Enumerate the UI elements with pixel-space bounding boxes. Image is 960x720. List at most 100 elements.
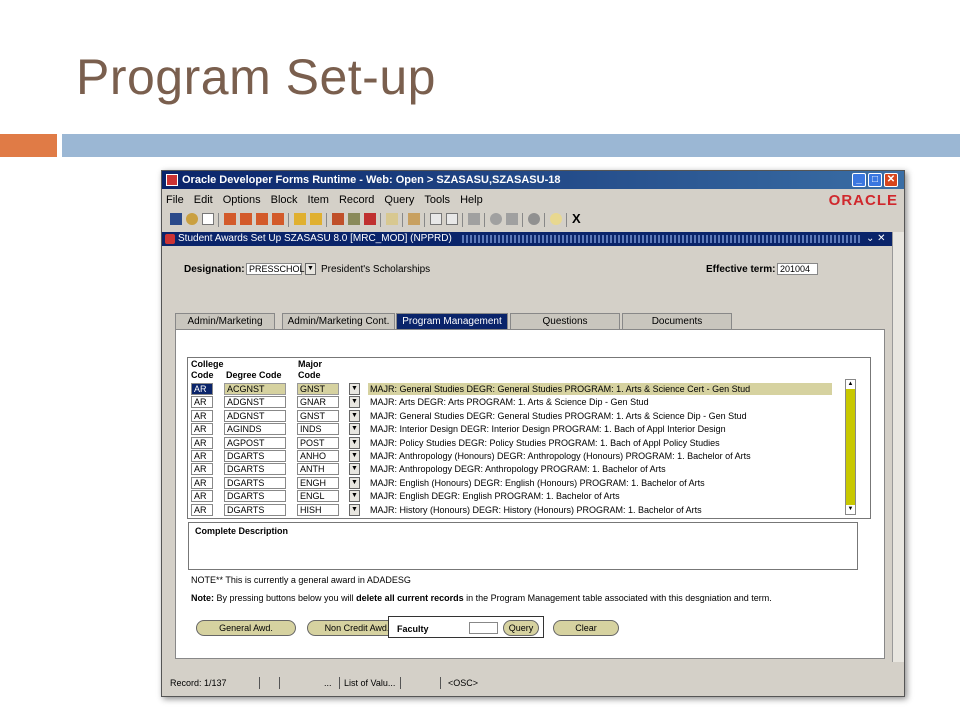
- major-lov-button[interactable]: ▼: [349, 410, 360, 422]
- slide-title: Program Set-up: [76, 49, 436, 105]
- major-code-cell[interactable]: ANHO: [297, 450, 339, 462]
- degree-code-cell[interactable]: ADGNST: [224, 410, 286, 422]
- list-icon[interactable]: [446, 213, 458, 225]
- major-code-cell[interactable]: GNST: [297, 383, 339, 395]
- degree-code-cell[interactable]: DGARTS: [224, 477, 286, 489]
- scroll-up-icon[interactable]: ▲: [846, 380, 855, 389]
- major-lov-button[interactable]: ▼: [349, 504, 360, 516]
- previous-record-icon[interactable]: [240, 213, 252, 225]
- college-code-cell[interactable]: AR: [191, 477, 213, 489]
- menu-query[interactable]: Query: [384, 194, 414, 206]
- lightbulb-icon[interactable]: [550, 213, 562, 225]
- menu-tools[interactable]: Tools: [424, 194, 450, 206]
- tab-questions[interactable]: Questions: [510, 313, 620, 329]
- form-title: Student Awards Set Up SZASASU 8.0 [MRC_M…: [178, 233, 452, 244]
- major-lov-button[interactable]: ▼: [349, 477, 360, 489]
- faculty-field[interactable]: [469, 622, 498, 634]
- print-preview-icon[interactable]: [202, 213, 214, 225]
- degree-code-cell[interactable]: AGPOST: [224, 437, 286, 449]
- tab-documents[interactable]: Documents: [622, 313, 732, 329]
- form-vertical-scrollbar[interactable]: [892, 232, 904, 662]
- general-award-note: NOTE** This is currently a general award…: [191, 575, 411, 585]
- remove-record-icon[interactable]: [348, 213, 360, 225]
- major-code-cell[interactable]: ENGL: [297, 490, 339, 502]
- status-osc: <OSC>: [448, 678, 479, 688]
- college-code-cell[interactable]: AR: [191, 490, 213, 502]
- form-window-controls[interactable]: ⌄ ✕: [866, 232, 886, 246]
- college-code-cell[interactable]: AR: [191, 396, 213, 408]
- effective-term-label: Effective term:: [706, 264, 776, 275]
- execute-query-icon[interactable]: [310, 213, 322, 225]
- menu-record[interactable]: Record: [339, 194, 374, 206]
- college-code-cell[interactable]: AR: [191, 383, 213, 395]
- degree-code-cell[interactable]: DGARTS: [224, 463, 286, 475]
- college-code-cell[interactable]: AR: [191, 423, 213, 435]
- target-icon[interactable]: [490, 213, 502, 225]
- save-icon[interactable]: [170, 213, 182, 225]
- major-lov-button[interactable]: ▼: [349, 450, 360, 462]
- faculty-label: Faculty: [397, 624, 429, 634]
- major-lov-button[interactable]: ▼: [349, 383, 360, 395]
- menu-edit[interactable]: Edit: [194, 194, 213, 206]
- exit-icon[interactable]: X: [572, 211, 581, 226]
- college-code-cell[interactable]: AR: [191, 410, 213, 422]
- major-lov-button[interactable]: ▼: [349, 396, 360, 408]
- help-icon[interactable]: [528, 213, 540, 225]
- complete-description-box[interactable]: Complete Description: [188, 522, 858, 570]
- designation-field[interactable]: PRESSCHOL: [246, 263, 305, 275]
- maximize-button[interactable]: □: [868, 173, 882, 187]
- menu-block[interactable]: Block: [271, 194, 298, 206]
- tab-admin-marketing[interactable]: Admin/Marketing: [175, 313, 275, 329]
- tab-admin-marketing-cont[interactable]: Admin/Marketing Cont.: [282, 313, 395, 329]
- effective-term-field[interactable]: 201004: [777, 263, 818, 275]
- menu-help[interactable]: Help: [460, 194, 483, 206]
- major-code-cell[interactable]: GNST: [297, 410, 339, 422]
- degree-code-cell[interactable]: AGINDS: [224, 423, 286, 435]
- query-button[interactable]: Query: [503, 620, 539, 636]
- college-code-cell[interactable]: AR: [191, 437, 213, 449]
- major-lov-button[interactable]: ▼: [349, 463, 360, 475]
- speaker-icon[interactable]: [468, 213, 480, 225]
- menu-item[interactable]: Item: [308, 194, 329, 206]
- college-code-cell[interactable]: AR: [191, 463, 213, 475]
- previous-block-icon[interactable]: [224, 213, 236, 225]
- search-icon[interactable]: [430, 213, 442, 225]
- degree-code-cell[interactable]: ACGNST: [224, 383, 286, 395]
- rollback-icon[interactable]: [186, 213, 198, 225]
- major-code-cell[interactable]: HISH: [297, 504, 339, 516]
- menu-file[interactable]: File: [166, 194, 184, 206]
- general-awd-button[interactable]: General Awd.: [196, 620, 296, 636]
- major-code-cell[interactable]: POST: [297, 437, 339, 449]
- major-code-cell[interactable]: INDS: [297, 423, 339, 435]
- clear-button[interactable]: Clear: [553, 620, 619, 636]
- copy-icon[interactable]: [386, 213, 398, 225]
- degree-code-cell[interactable]: ADGNST: [224, 396, 286, 408]
- degree-code-cell[interactable]: DGARTS: [224, 504, 286, 516]
- print-icon[interactable]: [408, 213, 420, 225]
- close-button[interactable]: ✕: [884, 173, 898, 187]
- menu-options[interactable]: Options: [223, 194, 261, 206]
- scroll-down-icon[interactable]: ▼: [846, 505, 855, 514]
- degree-code-cell[interactable]: DGARTS: [224, 490, 286, 502]
- oracle-forms-window: Oracle Developer Forms Runtime - Web: Op…: [161, 170, 905, 697]
- minimize-button[interactable]: _: [852, 173, 866, 187]
- major-lov-button[interactable]: ▼: [349, 490, 360, 502]
- attachment-icon[interactable]: [506, 213, 518, 225]
- major-code-cell[interactable]: ENGH: [297, 477, 339, 489]
- delete-record-icon[interactable]: [364, 213, 376, 225]
- major-code-cell[interactable]: ANTH: [297, 463, 339, 475]
- degree-code-cell[interactable]: DGARTS: [224, 450, 286, 462]
- major-code-cell[interactable]: GNAR: [297, 396, 339, 408]
- college-code-cell[interactable]: AR: [191, 450, 213, 462]
- grid-scrollbar[interactable]: ▲ ▼: [845, 379, 856, 515]
- next-block-icon[interactable]: [272, 213, 284, 225]
- major-lov-button[interactable]: ▼: [349, 423, 360, 435]
- accent-bar-blue: [62, 134, 960, 157]
- major-lov-button[interactable]: ▼: [349, 437, 360, 449]
- enter-query-icon[interactable]: [294, 213, 306, 225]
- designation-lov-button[interactable]: ▼: [305, 263, 316, 275]
- insert-record-icon[interactable]: [332, 213, 344, 225]
- tab-program-management[interactable]: Program Management: [396, 313, 508, 329]
- next-record-icon[interactable]: [256, 213, 268, 225]
- college-code-cell[interactable]: AR: [191, 504, 213, 516]
